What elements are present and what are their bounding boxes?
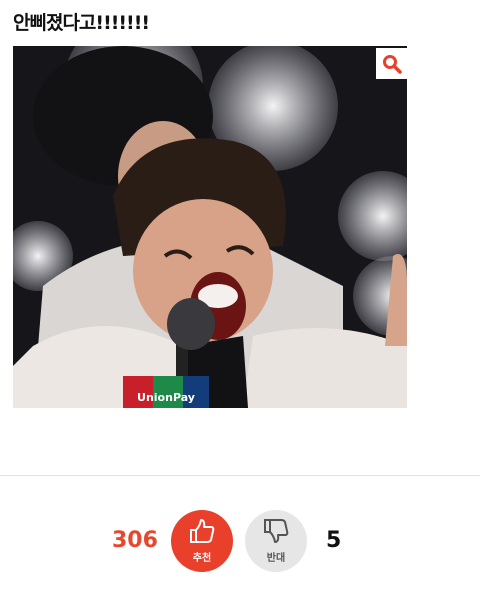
- downvote-label: 반대: [266, 553, 286, 564]
- vote-bar: 306 추천 반대 5: [0, 508, 480, 574]
- photo-illustration: UnionPay: [13, 46, 407, 408]
- upvote-label: 추천: [192, 553, 212, 564]
- post-image[interactable]: UnionPay: [13, 46, 407, 408]
- thumbs-up-icon: [188, 518, 216, 548]
- upvote-button[interactable]: 추천: [171, 510, 233, 572]
- downvote-count: 5: [326, 528, 342, 553]
- content-divider: [0, 475, 480, 476]
- magnifier-icon: [382, 54, 402, 74]
- downvote-button[interactable]: 반대: [245, 510, 307, 572]
- union-pay-logo-text: UnionPay: [137, 391, 195, 404]
- thumbs-down-icon: [262, 518, 290, 548]
- zoom-button[interactable]: [376, 48, 407, 79]
- post-title: 안삐졌다고!!!!!!!: [13, 12, 150, 34]
- upvote-count: 306: [112, 528, 158, 553]
